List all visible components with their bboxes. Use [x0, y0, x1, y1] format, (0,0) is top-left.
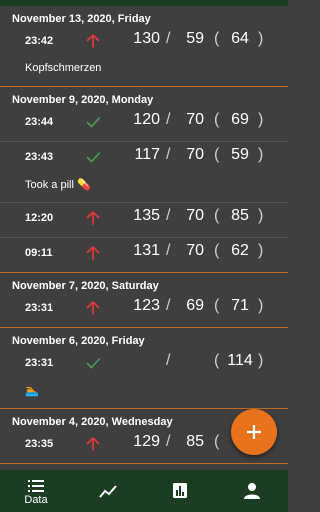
pulse-value: 85 [231, 207, 249, 224]
measurement-time: 23:44 [25, 116, 54, 128]
group-date: November 6, 2020, Friday [12, 335, 145, 347]
pulse-value: 62 [231, 242, 249, 259]
check-icon [86, 116, 101, 128]
trend-line-icon [99, 485, 117, 498]
measurement-time: 12:20 [25, 212, 54, 224]
bottom-navigation: Data [0, 470, 288, 512]
separator-slash: / [166, 111, 171, 128]
check-icon [86, 357, 101, 369]
swimmer-emoji: 🏊 [25, 385, 39, 397]
check-icon [86, 151, 101, 163]
diastolic-value: 70 [186, 242, 204, 259]
measurement-time: 09:11 [25, 247, 53, 259]
paren-close: ) [258, 30, 264, 47]
group-date: November 9, 2020, Monday [12, 94, 154, 106]
systolic-value: 131 [133, 242, 160, 259]
day-group: November 13, 2020, Friday 23:42 130 / 59… [0, 6, 288, 87]
measurement-note: Kopfschmerzen [25, 62, 102, 74]
systolic-value: 120 [133, 111, 160, 128]
paren-open: ( [214, 433, 220, 450]
nav-profile[interactable] [216, 470, 288, 512]
separator-slash: / [166, 146, 171, 163]
measurement-list[interactable]: November 13, 2020, Friday 23:42 130 / 59… [0, 6, 288, 470]
separator-slash: / [166, 30, 171, 47]
pulse-value: 64 [231, 30, 249, 47]
nav-data[interactable]: Data [0, 470, 72, 512]
separator-slash: / [166, 297, 171, 314]
measurement-row[interactable]: 23:31 123 / 69 ( 71 ) [0, 293, 288, 327]
paren-open: ( [214, 352, 220, 369]
up-arrow-icon [86, 34, 100, 48]
person-icon [244, 483, 260, 499]
measurement-row[interactable]: 23:43 117 / 70 ( 59 ) Took a pill 💊 [0, 142, 288, 203]
paren-close: ) [258, 242, 264, 259]
systolic-value: 123 [133, 297, 160, 314]
measurement-time: 23:31 [25, 357, 54, 369]
separator-slash: / [166, 207, 171, 224]
diastolic-value: 85 [186, 433, 204, 450]
nav-trend[interactable] [72, 470, 144, 512]
diastolic-value: 59 [186, 30, 204, 47]
pill-emoji: 💊 [76, 179, 91, 191]
paren-close: ) [258, 352, 264, 369]
diastolic-value: 69 [186, 297, 204, 314]
measurement-time: 23:35 [25, 438, 54, 450]
day-group: November 6, 2020, Friday 23:31 / ( 114 )… [0, 328, 288, 409]
paren-close: ) [258, 207, 264, 224]
pulse-value: 114 [227, 352, 253, 369]
bar-chart-icon [173, 483, 187, 498]
add-measurement-button[interactable] [231, 409, 277, 455]
nav-data-label: Data [24, 494, 48, 506]
diastolic-value: 70 [186, 207, 204, 224]
systolic-value: 129 [133, 433, 160, 450]
note-text: Took a pill [25, 179, 77, 191]
day-group: November 9, 2020, Monday 23:44 120 / 70 … [0, 87, 288, 273]
measurement-time: 23:31 [25, 302, 54, 314]
pulse-value: 69 [231, 111, 249, 128]
measurement-note: 🏊 [25, 384, 39, 397]
group-date: November 7, 2020, Saturday [12, 280, 159, 292]
paren-open: ( [214, 242, 220, 259]
day-group: November 7, 2020, Saturday 23:31 123 / 6… [0, 273, 288, 328]
measurement-row[interactable]: 09:11 131 / 70 ( 62 ) [0, 238, 288, 272]
measurement-row[interactable]: 23:42 130 / 59 ( 64 ) Kopfschmerzen [0, 26, 288, 86]
measurement-time: 23:43 [25, 151, 54, 163]
group-date: November 13, 2020, Friday [12, 13, 151, 25]
paren-close: ) [258, 297, 264, 314]
diastolic-value: 70 [186, 146, 204, 163]
measurement-row[interactable]: 12:20 135 / 70 ( 85 ) [0, 203, 288, 238]
measurement-row[interactable]: 23:44 120 / 70 ( 69 ) [0, 107, 288, 142]
pulse-value: 71 [231, 297, 249, 314]
paren-close: ) [258, 111, 264, 128]
up-arrow-icon [86, 246, 100, 260]
paren-open: ( [214, 30, 220, 47]
separator-slash: / [166, 433, 171, 450]
up-arrow-icon [86, 301, 100, 315]
paren-open: ( [214, 111, 220, 128]
separator-slash: / [166, 242, 171, 259]
nav-stats[interactable] [144, 470, 216, 512]
up-arrow-icon [86, 211, 100, 225]
list-icon [28, 480, 44, 492]
measurement-note: Took a pill 💊 [25, 178, 91, 191]
pulse-value: 59 [231, 146, 249, 163]
diastolic-value: 70 [186, 111, 204, 128]
paren-open: ( [214, 297, 220, 314]
measurement-time: 23:42 [25, 35, 54, 47]
paren-open: ( [214, 146, 220, 163]
systolic-value: 135 [133, 207, 160, 224]
systolic-value: 117 [134, 146, 160, 163]
paren-close: ) [258, 146, 264, 163]
separator-slash: / [166, 352, 171, 369]
plus-icon [247, 425, 261, 439]
measurement-row[interactable]: 23:31 / ( 114 ) 🏊 [0, 348, 288, 408]
paren-open: ( [214, 207, 220, 224]
systolic-value: 130 [133, 30, 160, 47]
up-arrow-icon [86, 437, 100, 451]
